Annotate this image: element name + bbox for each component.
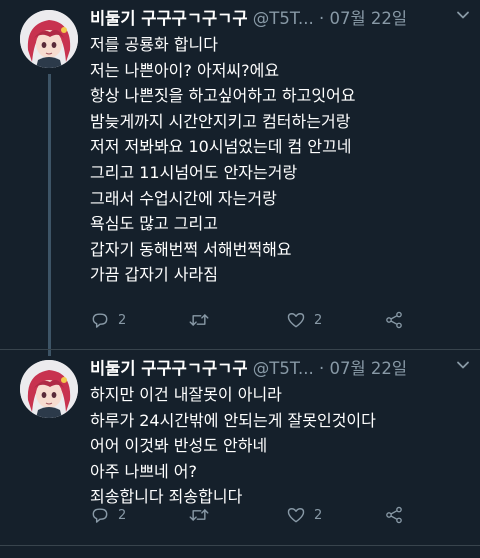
tweet[interactable]: 비둘기 구구구ㄱ구ㄱ구 @T5T... · 07월 22일 하지만 이건 내잘못… [0, 350, 480, 558]
tweet-text-line: 항상 나쁜짓을 하고싶어하고 하고잇어요 [90, 86, 356, 106]
user-handle[interactable]: @T5T... [253, 9, 314, 28]
tweet-text: 저를 공룡화 합니다 저는 나쁜아이? 아저씨?에요 항상 나쁜짓을 하고싶어하… [90, 32, 470, 288]
avatar[interactable] [20, 10, 78, 68]
tweet-header: 비둘기 구구구ㄱ구ㄱ구 @T5T... · 07월 22일 [90, 358, 468, 380]
tweet-text-line: 갑자기 동해번쩍 서해번쩍해요 [90, 239, 292, 259]
like-count: 2 [314, 312, 323, 328]
tweet-date[interactable]: 07월 22일 [329, 359, 407, 378]
like-button[interactable]: 2 [286, 503, 322, 527]
avatar[interactable] [20, 360, 78, 418]
tweet-actions: 2 2 [90, 308, 430, 332]
user-handle[interactable]: @T5T... [253, 359, 314, 378]
timeline: 비둘기 구구구ㄱ구ㄱ구 @T5T... · 07월 22일 저를 공룡화 합니다… [0, 0, 480, 558]
tweet-actions: 2 2 [90, 503, 430, 527]
retweet-button[interactable] [188, 503, 218, 527]
tweet-text-line: 가끔 갑자기 사라짐 [90, 265, 218, 285]
tweet-text-line: 어어 이것봐 반성도 안하네 [90, 436, 268, 456]
tweet-text-line: 그리고 11시넘어도 안자는거랑 [90, 162, 298, 182]
chevron-down-icon[interactable] [456, 8, 470, 26]
share-button[interactable] [384, 503, 404, 527]
tweet-header: 비둘기 구구구ㄱ구ㄱ구 @T5T... · 07월 22일 [90, 8, 468, 30]
tweet-date[interactable]: 07월 22일 [329, 9, 407, 28]
reply-count: 2 [118, 312, 127, 328]
like-icon [286, 310, 306, 330]
separator-dot: · [318, 359, 325, 378]
like-button[interactable]: 2 [286, 308, 322, 332]
tweet[interactable]: 비둘기 구구구ㄱ구ㄱ구 @T5T... · 07월 22일 저를 공룡화 합니다… [0, 0, 480, 356]
tweet-text-line: 저저 저봐봐요 10시넘었는데 컴 안끄네 [90, 137, 352, 157]
tweet-divider [0, 545, 480, 546]
tweet-text-line: 저는 나쁜아이? 아저씨?에요 [90, 60, 280, 80]
reply-icon [90, 310, 110, 330]
like-count: 2 [314, 507, 323, 523]
reply-count: 2 [118, 507, 127, 523]
share-icon [384, 310, 404, 330]
tweet-text-line: 아주 나쁘네 어? [90, 461, 197, 481]
share-button[interactable] [384, 308, 404, 332]
display-name[interactable]: 비둘기 구구구ㄱ구ㄱ구 [90, 359, 248, 378]
tweet-text-line: 욕심도 많고 그리고 [90, 214, 218, 234]
share-icon [384, 505, 404, 525]
thread-connector-line [48, 74, 51, 356]
chevron-down-icon[interactable] [456, 358, 470, 376]
like-icon [286, 505, 306, 525]
tweet-text: 하지만 이건 내잘못이 아니라 하루가 24시간밖에 안되는게 잘못인것이다 어… [90, 382, 470, 510]
avatar-image [20, 360, 78, 418]
tweet-text-line: 하루가 24시간밖에 안되는게 잘못인것이다 [90, 410, 376, 430]
reply-icon [90, 505, 110, 525]
tweet-text-line: 밤늦게까지 시간안지키고 컴터하는거랑 [90, 111, 351, 131]
tweet-text-line: 그래서 수업시간에 자는거랑 [90, 188, 277, 208]
display-name[interactable]: 비둘기 구구구ㄱ구ㄱ구 [90, 9, 248, 28]
avatar-image [20, 10, 78, 68]
reply-button[interactable]: 2 [90, 308, 126, 332]
reply-button[interactable]: 2 [90, 503, 126, 527]
retweet-icon [188, 310, 210, 330]
retweet-button[interactable] [188, 308, 218, 332]
tweet-text-line: 하지만 이건 내잘못이 아니라 [90, 385, 282, 404]
separator-dot: · [318, 9, 325, 28]
tweet-text-line: 저를 공룡화 합니다 [90, 35, 218, 54]
retweet-icon [188, 505, 210, 525]
